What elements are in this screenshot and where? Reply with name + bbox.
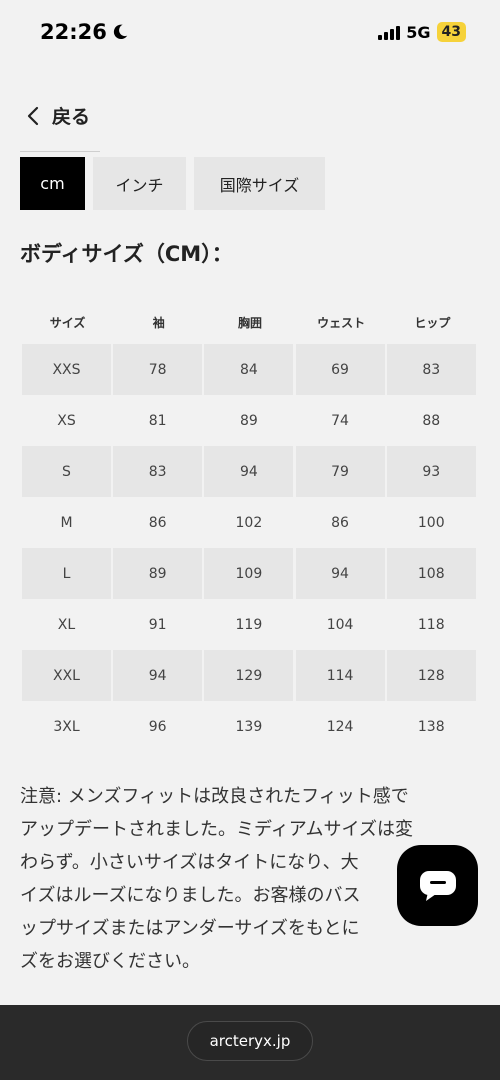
clock: 22:26 xyxy=(40,20,107,44)
table-cell: 128 xyxy=(386,650,476,701)
table-cell: 93 xyxy=(386,446,476,497)
table-cell: XS xyxy=(57,412,76,429)
column-header: ヒップ xyxy=(414,315,451,330)
signal-icon xyxy=(378,24,401,40)
chat-bubble-icon xyxy=(419,870,456,901)
table-cell: 79 xyxy=(295,446,385,497)
table-cell: 96 xyxy=(148,718,167,735)
table-cell: 91 xyxy=(148,616,167,633)
table-cell: 3XL xyxy=(53,718,80,735)
table-cell: 81 xyxy=(148,412,167,429)
table-cell: 94 xyxy=(204,446,294,497)
table-row: M 86 102 86 100 xyxy=(22,497,478,548)
table-cell: 89 xyxy=(239,412,258,429)
table-cell: 129 xyxy=(204,650,294,701)
table-cell: 100 xyxy=(417,514,445,531)
table-cell: 114 xyxy=(295,650,385,701)
table-cell: 108 xyxy=(386,548,476,599)
table-cell: 83 xyxy=(113,446,203,497)
table-row: S 83 94 79 93 xyxy=(22,446,478,497)
tab-international-size[interactable]: 国際サイズ xyxy=(194,157,325,210)
table-cell: M xyxy=(60,514,73,531)
table-cell: 83 xyxy=(386,344,476,395)
table-cell: 74 xyxy=(331,412,349,429)
table-row: XS 81 89 74 88 xyxy=(22,395,478,446)
table-cell: L xyxy=(22,548,111,599)
table-cell: 104 xyxy=(326,616,354,633)
table-cell: 124 xyxy=(326,718,354,735)
chevron-left-icon xyxy=(27,106,39,125)
table-row: XXL 94 129 114 128 xyxy=(22,650,478,701)
table-row: XL 91 119 104 118 xyxy=(22,599,478,650)
unit-tabs: cm インチ 国際サイズ xyxy=(20,157,325,210)
address-bar[interactable]: arcteryx.jp xyxy=(187,1021,313,1061)
divider xyxy=(20,151,100,152)
table-row: 3XL 96 139 124 138 xyxy=(22,701,478,752)
chat-button[interactable] xyxy=(397,845,478,926)
table-cell: XL xyxy=(57,616,76,633)
status-time: 22:26 xyxy=(40,20,129,44)
note-line: アップデートされました。ミディアムサイズは変 xyxy=(20,819,413,840)
note-line: ップサイズまたはアンダーサイズをもとに xyxy=(20,918,360,939)
table-cell: 86 xyxy=(148,514,167,531)
back-label: 戻る xyxy=(52,106,91,128)
column-header: サイズ xyxy=(49,315,86,330)
table-cell: 109 xyxy=(204,548,294,599)
column-header: ウェスト xyxy=(317,315,366,330)
back-button[interactable]: 戻る xyxy=(26,102,90,129)
table-row: XXS 78 84 69 83 xyxy=(22,344,478,395)
table-cell: 84 xyxy=(204,344,294,395)
note-line: ズをお選びください。 xyxy=(20,951,200,972)
table-cell: 89 xyxy=(113,548,203,599)
column-header: 袖 xyxy=(152,315,165,330)
table-cell: S xyxy=(22,446,111,497)
table-cell: XXS xyxy=(22,344,111,395)
table-cell: 69 xyxy=(295,344,385,395)
table-header: サイズ 袖 胸囲 ウェスト ヒップ xyxy=(22,300,478,344)
table-cell: 139 xyxy=(235,718,263,735)
battery-icon: 43 xyxy=(436,22,466,42)
status-indicators: 5G 43 xyxy=(378,22,466,42)
table-row: L 89 109 94 108 xyxy=(22,548,478,599)
table-cell: 119 xyxy=(235,616,263,633)
tab-inch[interactable]: インチ xyxy=(93,157,186,210)
note-line: 注意: メンズフィットは改良されたフィット感で xyxy=(20,786,409,807)
tab-cm[interactable]: cm xyxy=(20,157,85,210)
column-header: 胸囲 xyxy=(237,315,262,330)
section-heading: ボディサイズ（CM）： xyxy=(20,242,233,266)
table-cell: 88 xyxy=(422,412,441,429)
table-cell: 118 xyxy=(417,616,445,633)
status-bar: 22:26 5G 43 xyxy=(0,0,500,64)
table-cell: XXL xyxy=(22,650,111,701)
network-type: 5G xyxy=(406,22,431,42)
browser-bottom-bar: arcteryx.jp xyxy=(0,1005,500,1080)
table-cell: 94 xyxy=(113,650,203,701)
table-cell: 138 xyxy=(417,718,445,735)
table-cell: 86 xyxy=(331,514,349,531)
moon-icon xyxy=(113,24,128,40)
table-cell: 78 xyxy=(113,344,203,395)
size-table: サイズ 袖 胸囲 ウェスト ヒップ XXS 78 84 69 83 XS 81 … xyxy=(22,300,478,752)
table-cell: 102 xyxy=(235,514,263,531)
table-cell: 94 xyxy=(295,548,385,599)
